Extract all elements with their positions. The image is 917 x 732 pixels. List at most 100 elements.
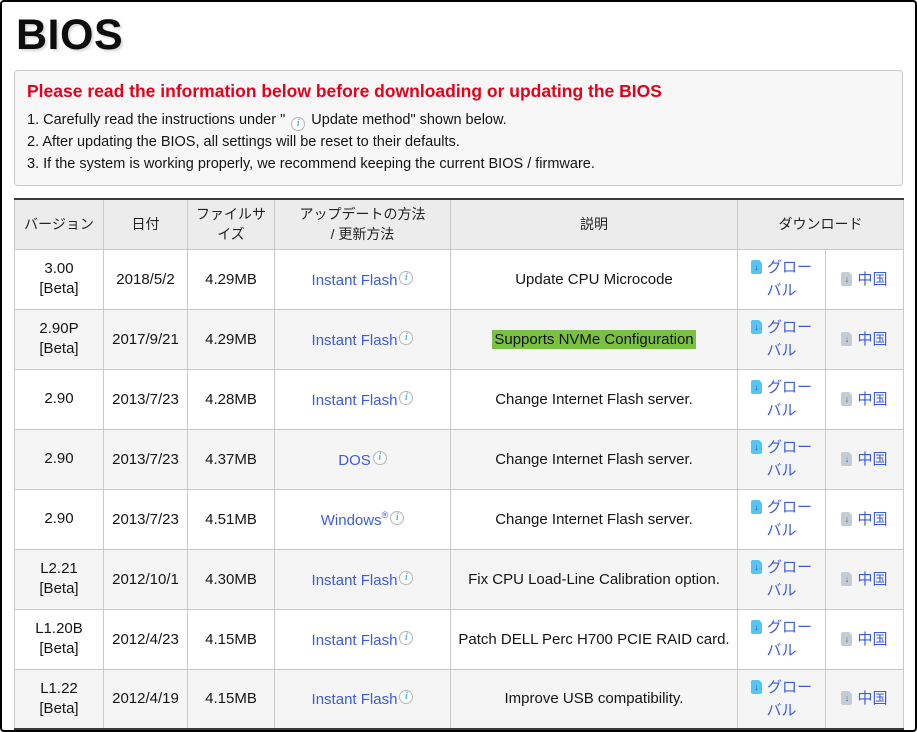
download-global-label: グローバル [766, 439, 812, 479]
method-label: Windows [320, 511, 382, 529]
download-global-label: グローバル [766, 559, 812, 599]
version-cell: L1.22 [Beta] [14, 668, 104, 730]
download-file-icon [750, 620, 762, 634]
download-global-cell: グローバル [737, 308, 826, 370]
download-china-link[interactable]: 中国 [841, 331, 888, 348]
info-icon[interactable]: i [399, 570, 414, 585]
download-global-link[interactable]: グローバル [750, 559, 812, 599]
download-file-icon [750, 679, 762, 694]
version-cell: 3.00 [Beta] [14, 248, 104, 310]
download-global-cell: グローバル [737, 428, 826, 490]
download-global-link[interactable]: グローバル [750, 499, 812, 539]
download-china-cell: 中国 [825, 548, 904, 610]
version-cell: 2.90 [14, 428, 104, 490]
notice-item-2: 2. After updating the BIOS, all settings… [27, 134, 460, 150]
info-icon[interactable]: i [399, 390, 414, 405]
download-global-cell: グローバル [737, 488, 826, 550]
version-tag: [Beta] [39, 280, 79, 297]
description-text: Supports NVMe Configuration [492, 329, 696, 349]
download-china-link[interactable]: 中国 [841, 510, 888, 528]
info-icon[interactable]: i [291, 117, 306, 131]
version-cell: L2.21 [Beta] [14, 548, 104, 610]
method-label: Instant Flash [311, 691, 398, 709]
download-china-label: 中国 [857, 270, 888, 288]
table-row: 2.90 2013/7/23 4.37MB DOS i Change Intern… [14, 428, 904, 490]
download-global-label: グローバル [766, 499, 812, 539]
size-cell: 4.28MB [187, 368, 275, 430]
col-header-download: ダウンロード [737, 198, 904, 250]
download-china-link[interactable]: 中国 [841, 270, 888, 288]
info-icon[interactable]: i [399, 690, 414, 705]
update-method-link[interactable]: Instant Flash [312, 572, 398, 589]
table-row: 2.90 2013/7/23 4.28MB Instant Flash i Cha… [14, 368, 904, 430]
method-label: Instant Flash [311, 571, 398, 589]
download-global-link[interactable]: グローバル [750, 619, 812, 659]
version-text: 2.90 [44, 450, 74, 467]
download-global-cell: グローバル [737, 548, 826, 610]
update-method-link[interactable]: Instant Flash [312, 691, 398, 708]
version-text: L2.21 [40, 560, 78, 577]
size-cell: 4.29MB [187, 248, 275, 310]
method-cell: Instant Flash i [274, 248, 451, 310]
size-cell: 4.15MB [187, 608, 275, 670]
download-global-cell: グローバル [737, 248, 826, 310]
update-method-link[interactable]: Instant Flash [312, 392, 398, 409]
download-china-label: 中国 [857, 390, 888, 408]
download-global-link[interactable]: グローバル [750, 319, 812, 359]
size-cell: 4.37MB [187, 428, 275, 490]
table-row: 3.00 [Beta] 2018/5/2 4.29MB Instant Flash… [14, 248, 904, 310]
download-china-link[interactable]: 中国 [841, 631, 888, 648]
method-cell: DOS i [274, 428, 451, 490]
version-cell: 2.90P [Beta] [14, 308, 104, 370]
download-global-cell: グローバル [737, 608, 826, 670]
download-file-icon [841, 331, 853, 346]
download-china-label: 中国 [857, 510, 888, 528]
method-cell: Instant Flash i [274, 308, 451, 370]
table-header-row: バージョン 日付 ファイルサイズ アップデートの方法 / 更新方法 説明 ダウン… [14, 198, 904, 250]
download-china-link[interactable]: 中国 [841, 690, 888, 707]
date-cell: 2012/10/1 [103, 548, 188, 610]
update-method-link[interactable]: Instant Flash [312, 332, 398, 349]
download-global-link[interactable]: グローバル [750, 259, 812, 299]
download-file-icon [750, 260, 762, 274]
info-icon[interactable]: i [390, 510, 405, 525]
update-method-link[interactable]: Instant Flash [312, 272, 398, 289]
description-cell: Change Internet Flash server. [450, 488, 738, 550]
download-global-link[interactable]: グローバル [750, 679, 812, 719]
download-global-label: グローバル [766, 619, 812, 659]
info-icon[interactable]: i [399, 630, 414, 645]
version-tag: [Beta] [39, 640, 79, 657]
description-cell: Improve USB compatibility. [450, 668, 738, 730]
download-china-link[interactable]: 中国 [841, 390, 888, 408]
download-china-label: 中国 [857, 570, 888, 588]
date-cell: 2012/4/23 [103, 608, 188, 670]
version-tag: [Beta] [39, 580, 79, 597]
download-global-link[interactable]: グローバル [750, 379, 812, 419]
info-icon[interactable]: i [399, 270, 414, 285]
update-method-link[interactable]: Instant Flash [312, 632, 398, 649]
download-china-cell: 中国 [825, 668, 904, 730]
download-china-link[interactable]: 中国 [841, 451, 888, 468]
version-cell: 2.90 [14, 368, 104, 430]
download-china-link[interactable]: 中国 [841, 570, 888, 588]
download-global-label: グローバル [766, 319, 812, 359]
description-text: Update CPU Microcode [515, 270, 673, 288]
date-cell: 2013/7/23 [103, 488, 188, 550]
col-header-size: ファイルサイズ [187, 198, 275, 250]
version-text: 3.00 [44, 260, 74, 277]
download-global-link[interactable]: グローバル [750, 439, 812, 479]
notice-box: Please read the information below before… [14, 70, 903, 186]
version-tag: [Beta] [39, 699, 79, 717]
info-icon[interactable]: i [372, 450, 387, 465]
download-global-label: グローバル [766, 379, 812, 419]
update-method-link[interactable]: DOS [338, 452, 371, 469]
info-icon[interactable]: i [399, 330, 414, 345]
version-tag: [Beta] [39, 340, 79, 357]
size-cell: 4.15MB [187, 668, 275, 730]
download-file-icon [841, 571, 853, 586]
col-header-version: バージョン [14, 198, 104, 250]
download-china-cell: 中国 [825, 368, 904, 430]
download-global-cell: グローバル [737, 368, 826, 430]
download-global-cell: グローバル [737, 668, 826, 730]
update-method-link[interactable]: Windows® [320, 510, 389, 529]
